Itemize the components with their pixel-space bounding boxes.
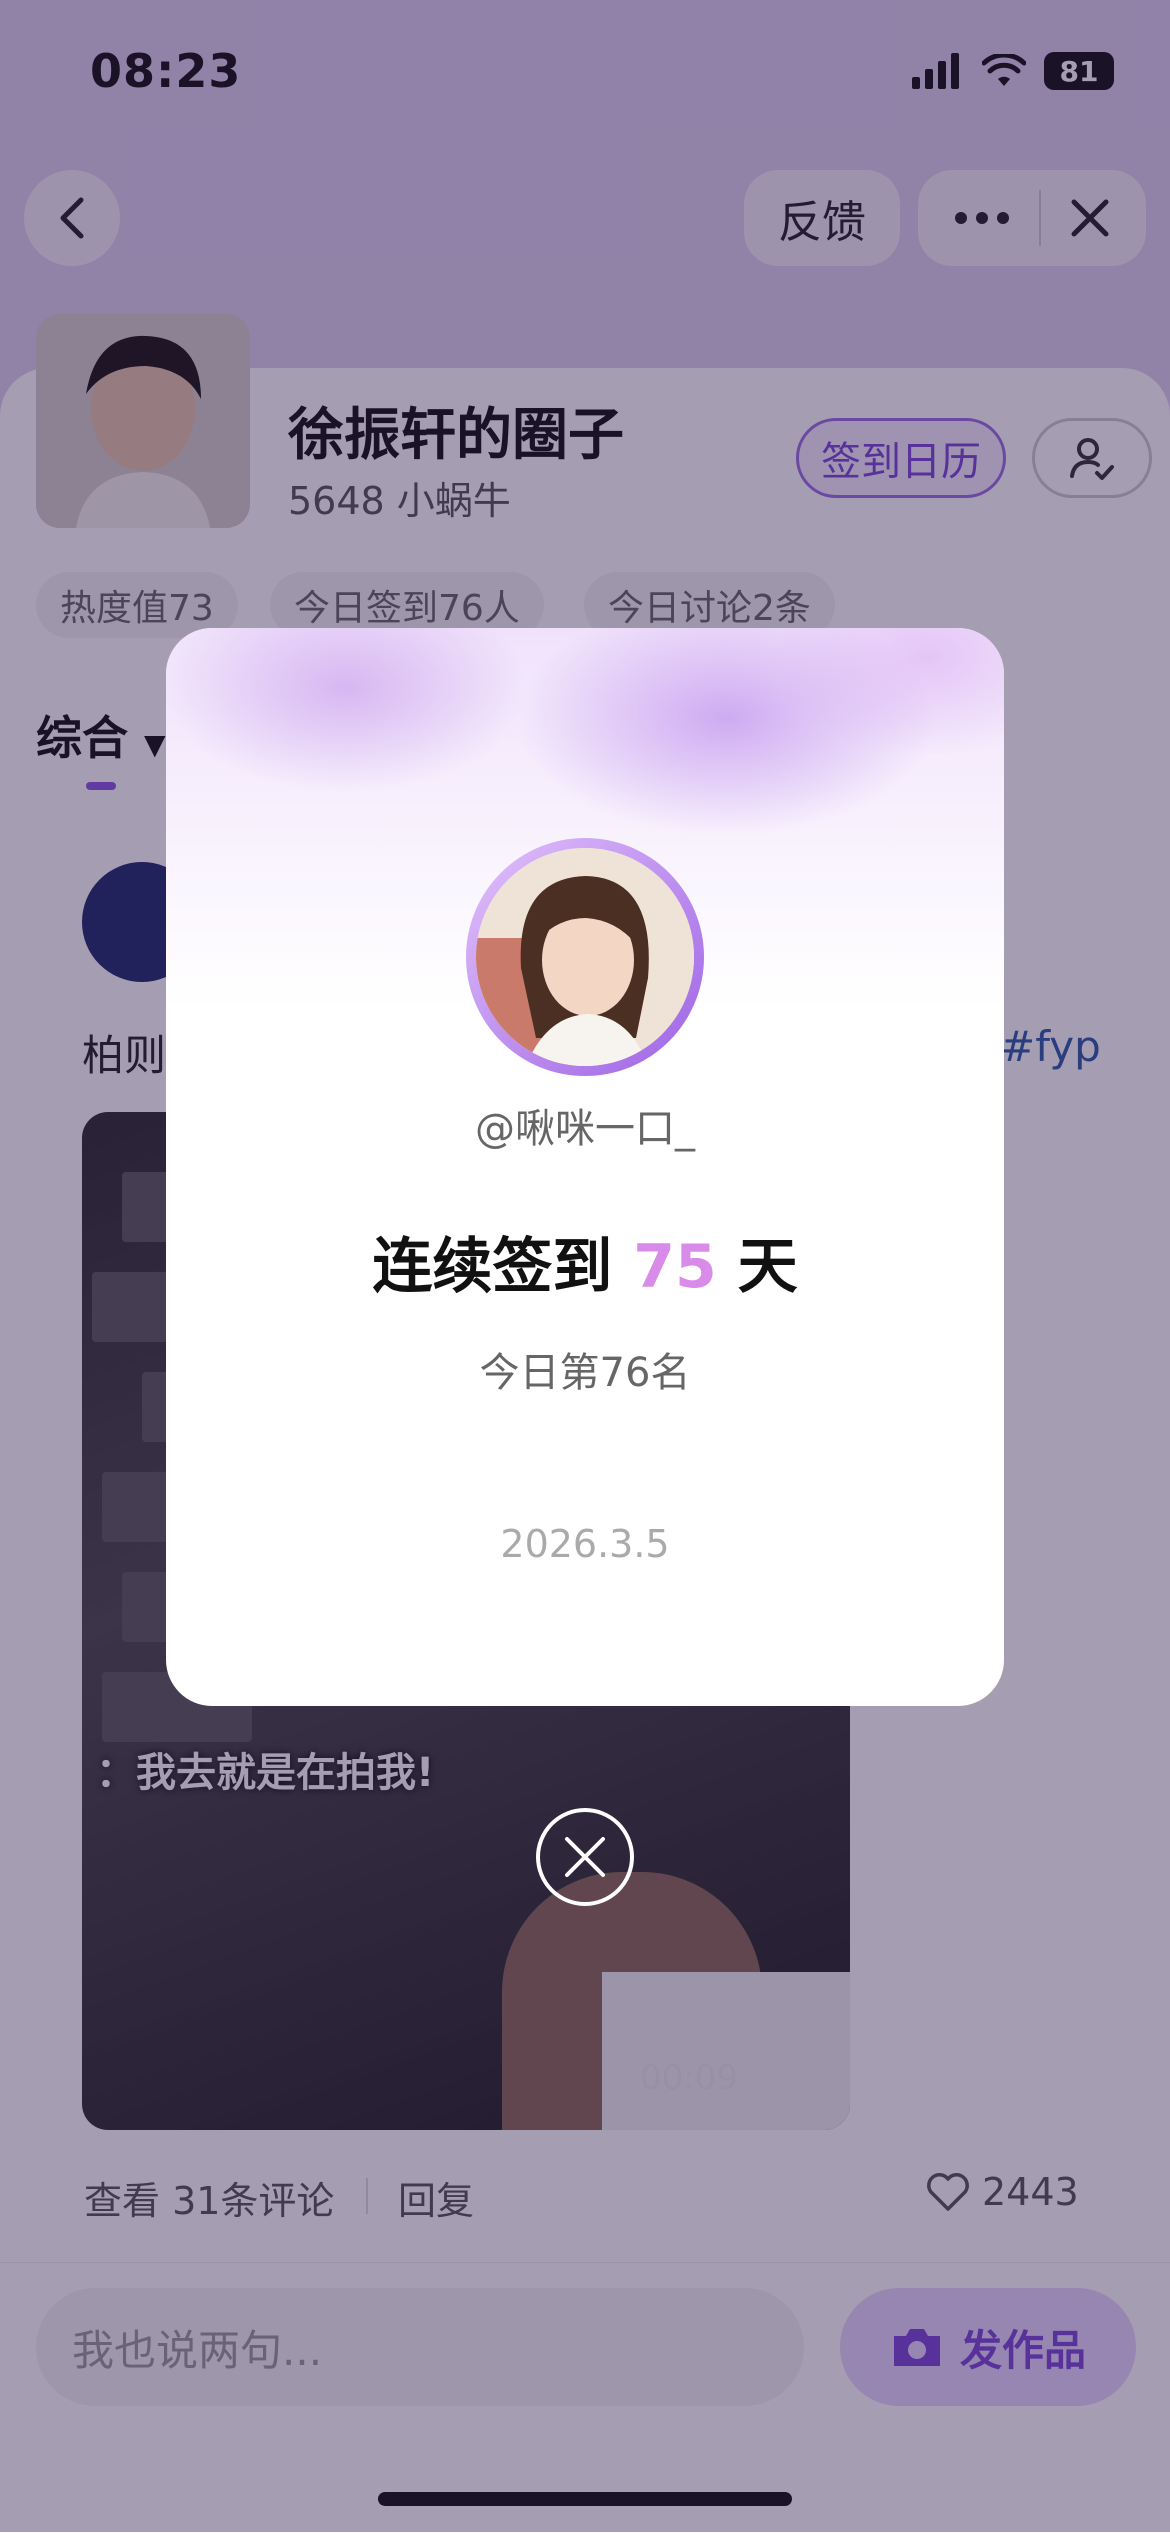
checkin-date: 2026.3.5 xyxy=(500,1522,670,1566)
user-photo xyxy=(476,848,694,1066)
streak-days: 75 xyxy=(633,1232,717,1302)
streak-text: 连续签到 75 天 xyxy=(166,1218,1004,1305)
user-avatar xyxy=(476,848,694,1066)
user-handle: @啾咪一口_ xyxy=(475,1106,695,1152)
streak-prefix: 连续签到 xyxy=(372,1232,613,1302)
modal-close-button[interactable] xyxy=(536,1808,634,1906)
checkin-success-modal: @啾咪一口_ 连续签到 75 天 今日第76名 2026.3.5 xyxy=(166,628,1004,1706)
user-avatar-ring xyxy=(466,838,704,1076)
close-icon xyxy=(565,1837,605,1877)
streak-suffix: 天 xyxy=(737,1232,798,1302)
checkin-rank: 今日第76名 xyxy=(479,1350,691,1396)
